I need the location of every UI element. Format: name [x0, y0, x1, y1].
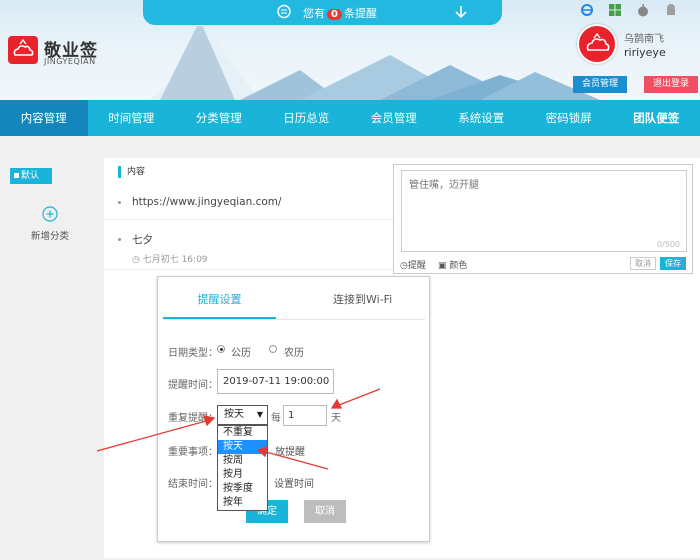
- remind-toggle[interactable]: ◷提醒: [400, 258, 426, 271]
- lunar-radio[interactable]: [269, 345, 277, 353]
- dialog-cancel-button[interactable]: 取消: [304, 500, 346, 523]
- repeat-option[interactable]: 按天: [218, 440, 267, 454]
- tab-reminder-settings[interactable]: 提醒设置: [163, 282, 276, 319]
- repeat-option[interactable]: 按周: [218, 454, 267, 468]
- repeat-option[interactable]: 按年: [218, 496, 267, 510]
- notification-bar[interactable]: 您有 0 条提醒: [143, 0, 502, 25]
- header: 您有 0 条提醒 敬业签 JINGYEQIAN 乌鹊南飞 ririyeye 会员管理…: [0, 0, 700, 100]
- member-management-button[interactable]: 会员管理: [573, 76, 627, 93]
- nav-team-notes[interactable]: 团队便签: [613, 100, 700, 136]
- bullet-icon: [118, 238, 121, 241]
- important-label: 重要事项：: [168, 447, 218, 458]
- date-type-label: 日期类型：: [168, 348, 218, 359]
- android-icon[interactable]: [664, 3, 678, 17]
- bullet-icon: [118, 201, 121, 204]
- main-nav: 内容管理 时间管理 分类管理 日历总览 会员管理 系统设置 密码锁屏 团队便签: [0, 100, 700, 136]
- nav-member-management[interactable]: 会员管理: [350, 100, 438, 136]
- nav-password-lock[interactable]: 密码锁屏: [525, 100, 613, 136]
- windows-icon[interactable]: [608, 3, 622, 17]
- repeat-option[interactable]: 不重复: [218, 426, 267, 440]
- repeat-select[interactable]: 按天 ▼: [217, 405, 268, 425]
- user-id: ririyeye: [624, 46, 666, 59]
- chat-bubble-icon: [277, 4, 291, 19]
- brand-subtitle: JINGYEQIAN: [44, 57, 96, 66]
- user-name: 乌鹊南飞: [624, 34, 664, 45]
- logout-button[interactable]: 退出登录: [644, 76, 698, 93]
- add-category-label: 新增分类: [30, 231, 69, 242]
- nav-calendar-overview[interactable]: 日历总览: [263, 100, 351, 136]
- char-count: 0/500: [656, 240, 680, 249]
- solar-radio[interactable]: [217, 345, 225, 353]
- repeat-option[interactable]: 按季度: [218, 482, 267, 496]
- apple-icon[interactable]: [636, 3, 650, 17]
- repeat-interval-input[interactable]: 1: [283, 405, 327, 426]
- list-item[interactable]: https://www.jingyeqian.com/: [104, 186, 394, 220]
- every-label: 每: [271, 413, 281, 424]
- day-unit-label: 天: [331, 413, 341, 424]
- notification-count: 0: [327, 9, 342, 20]
- content-header: 内容: [118, 166, 145, 178]
- plus-circle-icon: [42, 206, 58, 222]
- avatar[interactable]: [577, 24, 617, 64]
- note-textarea[interactable]: [401, 170, 687, 252]
- remind-time-label: 提醒时间：: [168, 380, 218, 391]
- repeat-option[interactable]: 按月: [218, 468, 267, 482]
- end-time-hint[interactable]: 设置时间: [274, 475, 314, 490]
- remind-time-input[interactable]: 2019-07-11 19:00:00: [217, 369, 334, 394]
- repeat-label: 重复提醒：: [168, 413, 218, 424]
- notification-text: 您有 0 条提醒: [303, 7, 377, 20]
- tab-connect-wifi[interactable]: 连接到Wi-Fi: [333, 282, 392, 318]
- item-time: ◷ 七月初七 16:09: [132, 255, 208, 265]
- nav-content-management[interactable]: 内容管理: [0, 100, 88, 136]
- editor-cancel-button[interactable]: 取消: [630, 257, 656, 270]
- note-editor: 0/500 ◷提醒 ▣ 颜色 取消 保存: [393, 164, 693, 274]
- dropdown-caret-icon: ▼: [256, 410, 263, 419]
- editor-save-button[interactable]: 保存: [660, 257, 686, 270]
- solar-label: 公历: [231, 348, 251, 359]
- brand-logo: [8, 36, 38, 64]
- list-item[interactable]: 七夕 ◷ 七月初七 16:09: [104, 222, 394, 270]
- ie-icon[interactable]: [580, 3, 594, 17]
- tab-divider: [163, 319, 425, 320]
- lunar-label: 农历: [284, 348, 304, 359]
- end-time-label: 结束时间：: [168, 479, 218, 490]
- platform-links: [580, 3, 678, 17]
- category-sidebar: 默认 新增分类: [0, 158, 100, 558]
- category-default[interactable]: 默认: [10, 168, 52, 184]
- square-icon: [14, 173, 19, 178]
- add-category-button[interactable]: 新增分类: [25, 206, 75, 242]
- reminder-dialog: 提醒设置 连接到Wi-Fi 日期类型： 公历 农历 提醒时间： 2019-07-…: [157, 276, 430, 542]
- nav-category-management[interactable]: 分类管理: [175, 100, 263, 136]
- color-toggle[interactable]: ▣ 颜色: [438, 258, 467, 271]
- arrow-down-icon[interactable]: [453, 4, 469, 20]
- repeat-dropdown-list: 不重复 按天 按周 按月 按季度 按年: [217, 425, 268, 511]
- nav-system-settings[interactable]: 系统设置: [438, 100, 526, 136]
- important-hint: 放提醒: [275, 447, 305, 458]
- nav-time-management[interactable]: 时间管理: [88, 100, 176, 136]
